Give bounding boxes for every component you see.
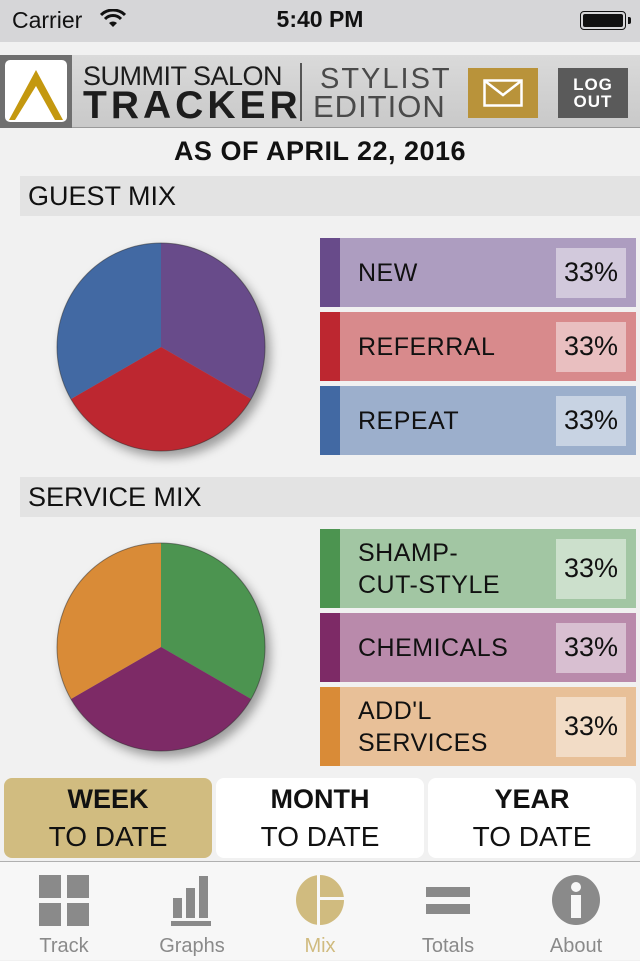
legend-label: REFERRAL (358, 332, 496, 361)
service-mix-pie-chart (56, 542, 266, 752)
tab-label: Mix (304, 935, 336, 957)
edition-line2: EDITION (313, 89, 446, 124)
grid-icon (39, 875, 89, 926)
legend-label: NEW (358, 258, 418, 287)
pie-chart-icon (296, 874, 345, 926)
period-label-line1: WEEK (67, 784, 149, 814)
equals-icon (426, 887, 470, 914)
service-mix-header: SERVICE MIX (20, 477, 640, 517)
year-to-date-button[interactable]: YEAR TO DATE (428, 778, 636, 858)
info-icon (552, 875, 600, 925)
legend-percent: 33% (556, 247, 626, 298)
period-label-line2: TO DATE (260, 821, 380, 852)
tab-label: Track (39, 935, 89, 957)
legend-swatch (320, 529, 340, 608)
legend-label: SHAMP- CUT-STYLE (358, 538, 501, 599)
tab-label: About (549, 935, 603, 957)
tab-track[interactable]: Track (0, 862, 128, 961)
legend-item-chemicals[interactable]: CHEMICALS 33% (320, 613, 636, 682)
legend-label: REPEAT (358, 406, 460, 435)
guest-mix-header: GUEST MIX (20, 176, 640, 216)
tab-about[interactable]: About (512, 862, 640, 961)
as-of-date: AS OF APRIL 22, 2016 (173, 136, 467, 166)
legend-label: CHEMICALS (358, 633, 509, 662)
logo (0, 55, 72, 128)
period-label-line2: TO DATE (472, 821, 592, 852)
legend-percent: 33% (556, 321, 626, 372)
tab-label: Totals (421, 935, 475, 957)
period-label-line2: TO DATE (48, 821, 168, 852)
logout-button[interactable]: LOG OUT (558, 68, 628, 118)
app-header: SUMMIT SALON TRACKER STYLIST EDITION LOG… (0, 55, 640, 128)
legend-percent: 33% (556, 538, 626, 599)
legend-percent: 33% (556, 622, 626, 673)
month-to-date-button[interactable]: MONTH TO DATE (216, 778, 424, 858)
battery-icon (580, 11, 631, 30)
tab-totals[interactable]: Totals (384, 862, 512, 961)
guest-mix-pie-chart (56, 242, 266, 452)
legend-item-new[interactable]: NEW 33% (320, 238, 636, 307)
legend-swatch (320, 238, 340, 307)
legend-item-addl-services[interactable]: ADD'L SERVICES 33% (320, 687, 636, 766)
legend-item-referral[interactable]: REFERRAL 33% (320, 312, 636, 381)
legend-item-shamp-cut-style[interactable]: SHAMP- CUT-STYLE 33% (320, 529, 636, 608)
legend-swatch (320, 613, 340, 682)
status-bar: Carrier 5:40 PM (0, 0, 640, 42)
legend-label: ADD'L SERVICES (358, 696, 488, 757)
legend-swatch (320, 386, 340, 455)
clock: 5:40 PM (276, 6, 364, 32)
mail-button[interactable] (468, 68, 538, 118)
legend-swatch (320, 687, 340, 766)
legend-percent: 33% (556, 395, 626, 446)
tab-bar: Track Graphs Mix Totals About (0, 861, 640, 960)
summit-logo-icon (9, 70, 63, 120)
envelope-icon (483, 79, 523, 107)
brand-divider (300, 63, 302, 121)
legend-item-repeat[interactable]: REPEAT 33% (320, 386, 636, 455)
tab-graphs[interactable]: Graphs (128, 862, 256, 961)
legend-percent: 33% (556, 696, 626, 757)
bar-chart-icon (171, 876, 211, 926)
legend-swatch (320, 312, 340, 381)
logout-label-line1: LOG (573, 75, 613, 94)
period-label-line1: MONTH (270, 784, 370, 814)
period-label-line1: YEAR (494, 784, 570, 814)
week-to-date-button[interactable]: WEEK TO DATE (4, 778, 212, 858)
tab-mix[interactable]: Mix (256, 862, 384, 961)
tab-label: Graphs (159, 935, 225, 957)
brand-name-line2: TRACKER (83, 84, 302, 127)
logout-label-line2: OUT (573, 92, 613, 111)
